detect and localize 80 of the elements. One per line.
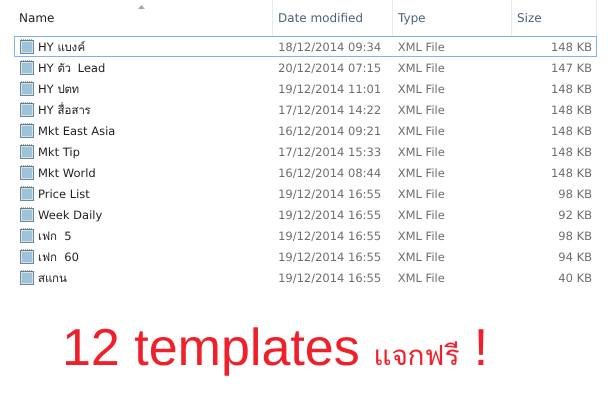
date-cell-text: 17/12/2014 15:33	[277, 144, 382, 158]
document-icon	[20, 207, 34, 222]
date-cell-text: 16/12/2014 09:21	[277, 124, 382, 138]
document-icon	[20, 270, 34, 285]
type-cell-text: XML File	[396, 208, 446, 222]
size-cell-text: 148 KB	[550, 166, 594, 180]
file-row[interactable]: Price List 19/12/2014 16:55 XML File 98 KB	[14, 183, 597, 204]
file-name: Mkt East Asia	[38, 124, 116, 138]
column-header[interactable]: Type	[393, 0, 512, 36]
document-icon	[20, 228, 34, 243]
file-name: Week Daily	[38, 208, 102, 222]
date-cell-text: 20/12/2014 07:15	[277, 60, 382, 74]
document-icon	[20, 60, 34, 75]
size-cell-text: 148 KB	[550, 102, 594, 116]
file-row[interactable]: HY สื่อสาร 17/12/2014 14:22 XML File 148 KB	[14, 99, 597, 120]
size-cell-text: 92 KB	[557, 208, 594, 222]
column-header[interactable]: Name	[14, 0, 273, 36]
type-cell-text: XML File	[396, 40, 446, 54]
type-cell-text: XML File	[396, 250, 446, 264]
caption-free: แจกฟรี	[374, 338, 460, 374]
type-cell-text: XML File	[396, 60, 446, 74]
document-icon	[20, 144, 34, 159]
document-icon	[20, 81, 34, 96]
file-name: เฟก 5	[38, 228, 72, 244]
file-name: Price List	[38, 186, 90, 200]
sort-arrow-icon	[138, 5, 145, 9]
date-cell-text: 17/12/2014 14:22	[277, 102, 382, 116]
date-cell-text: 19/12/2014 16:55	[277, 250, 382, 264]
date-cell-text: 19/12/2014 16:55	[277, 228, 382, 242]
file-row[interactable]: Mkt Tip 17/12/2014 15:33 XML File 148 KB	[14, 141, 597, 162]
file-row[interactable]: สแกน 19/12/2014 16:55 XML File 40 KB	[14, 267, 597, 288]
file-row[interactable]: เฟก 5 19/12/2014 16:55 XML File 98 KB	[14, 225, 597, 246]
document-icon	[20, 186, 34, 201]
document-icon	[20, 39, 34, 54]
document-icon	[20, 123, 34, 138]
size-cell-text: 147 KB	[550, 60, 594, 74]
size-cell-text: 148 KB	[550, 82, 594, 96]
type-cell-text: XML File	[396, 82, 446, 96]
file-name: HY ปตท	[38, 80, 80, 98]
document-icon	[20, 165, 34, 180]
size-cell-text: 148 KB	[550, 124, 594, 138]
file-row[interactable]: Mkt East Asia 16/12/2014 09:21 XML File 148 KB	[14, 120, 597, 141]
date-cell-text: 19/12/2014 16:55	[277, 186, 382, 200]
date-cell-text: 18/12/2014 09:34	[277, 40, 382, 54]
file-name: HY สื่อสาร	[38, 101, 90, 118]
size-cell-text: 40 KB	[557, 270, 594, 284]
file-row[interactable]: HY แบงค์ 18/12/2014 09:34 XML File 148 KB	[14, 36, 597, 57]
file-name: HY ตัว Lead	[38, 60, 106, 76]
file-name: สแกน	[38, 270, 67, 286]
caption-title: 12 templates	[62, 322, 360, 374]
date-cell-text: 16/12/2014 08:44	[277, 166, 382, 180]
file-name: HY แบงค์	[38, 38, 86, 56]
size-cell-text: 148 KB	[550, 40, 594, 54]
type-cell-text: XML File	[396, 124, 446, 138]
size-cell-text: 98 KB	[557, 186, 594, 200]
type-cell-text: XML File	[396, 270, 446, 284]
size-cell-text: 94 KB	[557, 250, 594, 264]
file-row[interactable]: Mkt World 16/12/2014 08:44 XML File 148 KB	[14, 162, 597, 183]
document-icon	[20, 102, 34, 117]
date-cell-text: 19/12/2014 16:55	[277, 208, 382, 222]
type-cell-text: XML File	[396, 102, 446, 116]
column-header[interactable]: Size	[512, 0, 597, 36]
date-cell-text: 19/12/2014 16:55	[277, 270, 382, 284]
file-row[interactable]: Week Daily 19/12/2014 16:55 XML File 92 KB	[14, 204, 597, 225]
file-row[interactable]: เฟก 60 19/12/2014 16:55 XML File 94 KB	[14, 246, 597, 267]
type-cell-text: XML File	[396, 144, 446, 158]
exclamation-mark: !	[474, 322, 488, 374]
file-name: Mkt Tip	[38, 144, 80, 158]
size-cell-text: 98 KB	[557, 228, 594, 242]
column-header[interactable]: Date modified	[273, 0, 393, 36]
document-icon	[20, 249, 34, 264]
type-cell-text: XML File	[396, 186, 446, 200]
file-row[interactable]: HY ตัว Lead 20/12/2014 07:15 XML File 147 KB	[14, 57, 597, 78]
file-name: Mkt World	[38, 166, 96, 180]
file-row[interactable]: HY ปตท 19/12/2014 11:01 XML File 148 KB	[14, 78, 597, 99]
type-cell-text: XML File	[396, 166, 446, 180]
type-cell-text: XML File	[396, 228, 446, 242]
date-cell-text: 19/12/2014 11:01	[277, 82, 382, 96]
size-cell-text: 148 KB	[550, 144, 594, 158]
file-name: เฟก 60	[38, 248, 79, 266]
